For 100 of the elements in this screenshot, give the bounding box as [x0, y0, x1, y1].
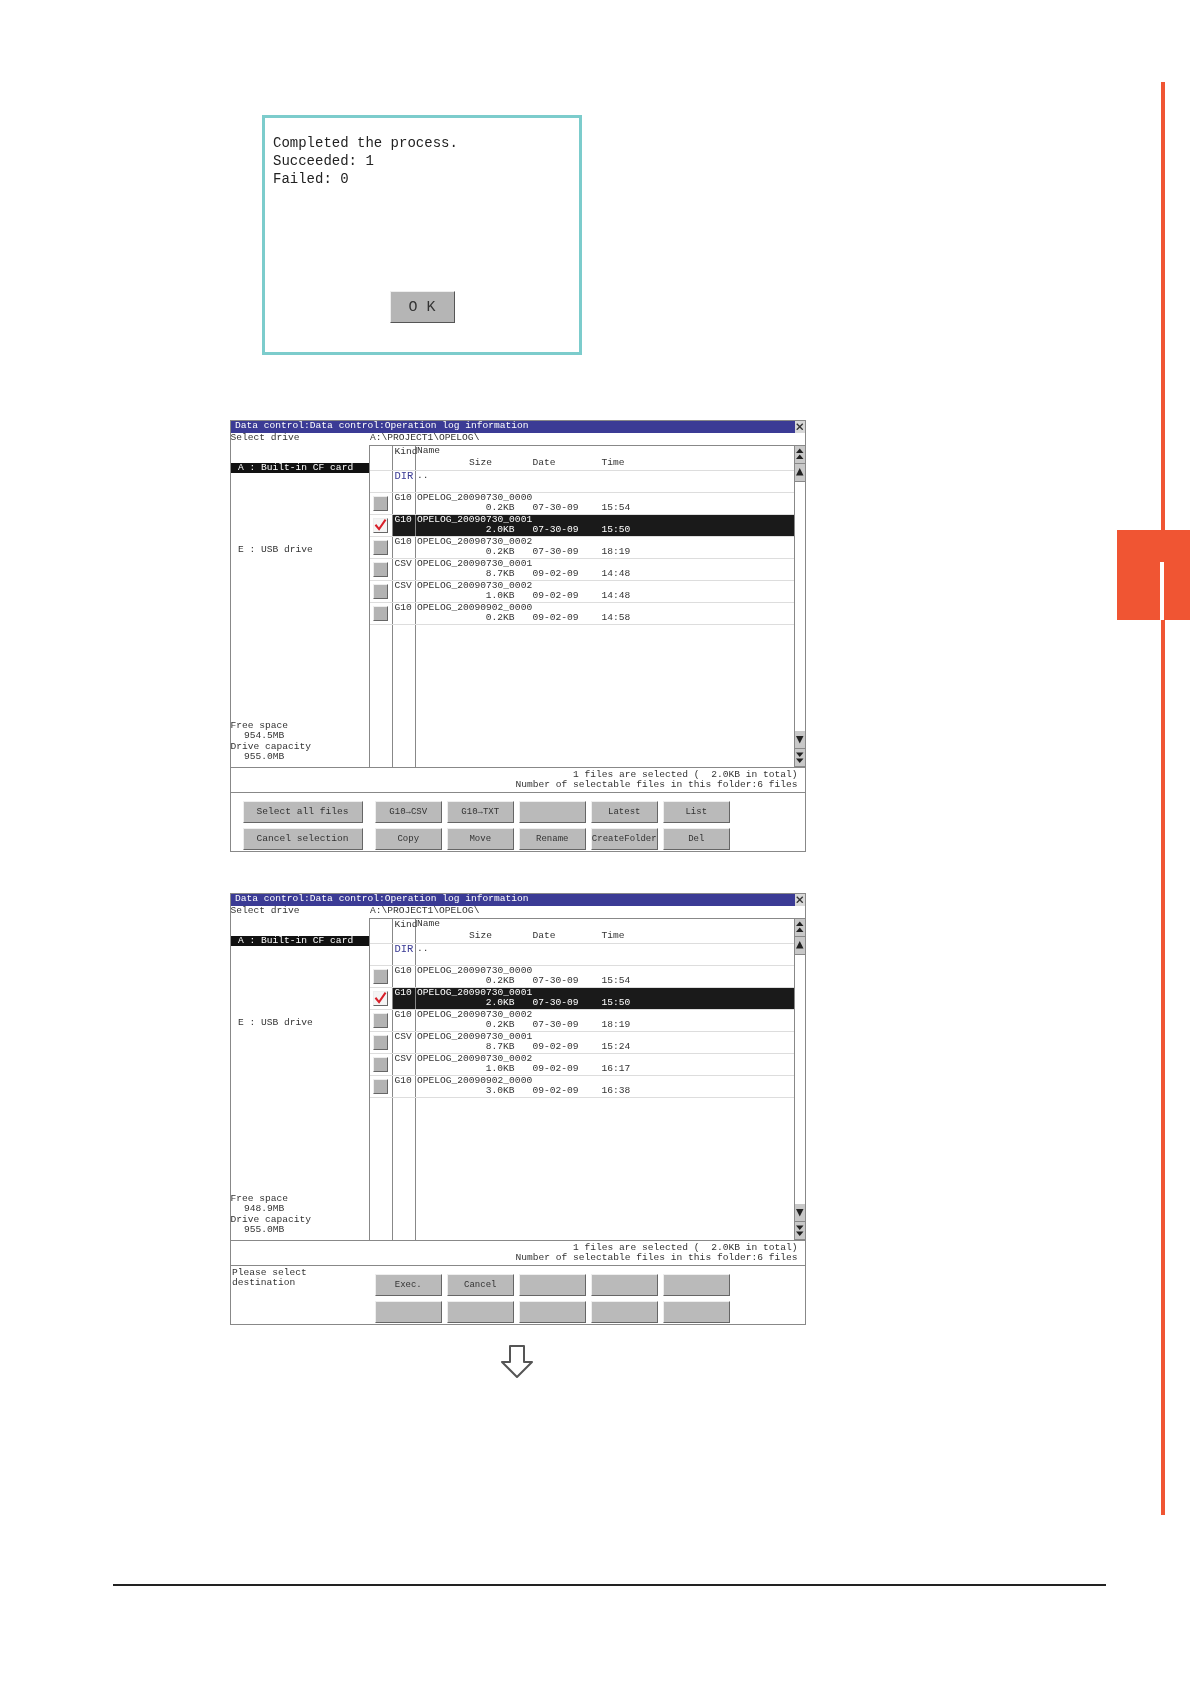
blank-button[interactable] [662, 1300, 730, 1323]
drive-item[interactable]: E : USB drive [230, 545, 369, 556]
column-header: Size [467, 457, 492, 468]
file-kind: CSV [394, 557, 412, 569]
file-time: 14:48 [601, 591, 632, 602]
status-text: Number of selectable files in this folder:6 files [515, 1253, 798, 1264]
file-row[interactable]: G10 OPELOG_20090902_0000 3.0KB 09-02-09 16:38 [369, 1075, 794, 1098]
checkbox[interactable] [373, 605, 389, 621]
checkbox[interactable] [373, 1056, 389, 1072]
checkbox[interactable] [373, 1012, 389, 1028]
checkbox[interactable] [373, 1078, 389, 1094]
column-header: Name [417, 445, 442, 456]
close-icon [796, 422, 804, 431]
file-time: 16:17 [601, 1064, 632, 1075]
blank-button[interactable] [518, 1273, 586, 1296]
file-name: OPELOG_20090730_0001 [417, 1031, 534, 1042]
file-date: 09-02-09 [532, 1064, 580, 1075]
file-row[interactable]: G10 OPELOG_20090730_0000 0.2KB 07-30-09 15:54 [369, 492, 794, 515]
file-size: 1.0KB [484, 591, 515, 602]
status-text: 1 files are selected ( 2.0KB in total) [572, 769, 798, 780]
function-button[interactable]: G10→TXT [446, 800, 514, 823]
checkbox[interactable] [373, 517, 389, 533]
message-text: Completed the process. [273, 134, 459, 152]
close-button[interactable] [794, 893, 805, 906]
checkbox[interactable] [373, 539, 389, 555]
function-button[interactable]: Cancel [446, 1273, 514, 1296]
blank-button[interactable] [590, 1300, 658, 1323]
checkbox[interactable] [373, 583, 389, 599]
scroll-up-button[interactable] [794, 463, 805, 482]
ok-button[interactable]: O K [389, 291, 455, 323]
blank-button[interactable] [374, 1300, 442, 1323]
file-size: 3.0KB [484, 1086, 515, 1097]
scroll-down-button[interactable] [794, 731, 805, 749]
column-header: Time [601, 930, 626, 941]
close-button[interactable] [794, 420, 805, 433]
blank-button[interactable] [662, 1273, 730, 1296]
file-time: 14:48 [601, 569, 632, 580]
parent-folder: .. [417, 942, 429, 954]
file-row[interactable]: G10 OPELOG_20090730_0002 0.2KB 07-30-09 18:19 [369, 1009, 794, 1032]
free-space-value: 948.9MB [243, 1204, 285, 1215]
blank-button[interactable] [518, 800, 586, 823]
column-header: Size [467, 930, 492, 941]
capacity-label: Drive capacity [230, 1214, 313, 1225]
checkbox[interactable] [373, 968, 389, 984]
file-row[interactable]: G10 OPELOG_20090902_0000 0.2KB 09-02-09 14:58 [369, 602, 794, 625]
file-kind: CSV [394, 1030, 412, 1042]
file-kind: CSV [394, 579, 412, 591]
scroll-top-button[interactable] [794, 918, 805, 937]
checkbox[interactable] [373, 990, 389, 1006]
function-button[interactable]: Copy [374, 827, 442, 850]
blank-button[interactable] [590, 1273, 658, 1296]
file-date: 07-30-09 [532, 503, 580, 514]
file-row[interactable]: G10 OPELOG_20090730_0002 0.2KB 07-30-09 18:19 [369, 536, 794, 559]
instruction-text: Please select destination [231, 1267, 308, 1289]
file-size: 0.2KB [484, 976, 515, 987]
file-time: 15:50 [601, 998, 632, 1009]
function-button[interactable]: Latest [590, 800, 658, 823]
drive-label: Select drive [230, 432, 301, 445]
window-title: Data control:Data control:Operation log information [234, 421, 529, 432]
free-space-value: 954.5MB [243, 731, 285, 742]
function-button[interactable]: Exec. [374, 1273, 442, 1296]
file-row[interactable]: CSV OPELOG_20090730_0002 1.0KB 09-02-09 14:48 [369, 580, 794, 603]
function-button[interactable]: CreateFolder [590, 827, 658, 850]
function-button[interactable]: Select all files [242, 800, 363, 823]
drive-item[interactable]: A : Built-in CF card [230, 462, 369, 473]
file-kind: G10 [394, 1008, 412, 1020]
function-button[interactable]: Rename [518, 827, 586, 850]
blank-button[interactable] [518, 1300, 586, 1323]
file-kind: G10 [394, 601, 412, 613]
double-down-arrow-icon [796, 750, 804, 765]
check-icon [374, 518, 388, 532]
file-kind: G10 [394, 986, 412, 998]
checkbox[interactable] [373, 495, 389, 511]
file-row[interactable]: CSV OPELOG_20090730_0002 1.0KB 09-02-09 16:17 [369, 1053, 794, 1076]
function-button[interactable]: G10→CSV [374, 800, 442, 823]
file-size: 0.2KB [484, 613, 515, 624]
function-button[interactable]: Move [446, 827, 514, 850]
function-button[interactable]: Del [662, 827, 730, 850]
file-row[interactable]: G10 OPELOG_20090730_0000 0.2KB 07-30-09 15:54 [369, 965, 794, 988]
file-name: OPELOG_20090730_0002 [417, 1053, 534, 1064]
column-header: Date [532, 457, 557, 468]
scroll-down-button[interactable] [794, 1204, 805, 1222]
free-space-label: Free space [230, 1193, 290, 1204]
file-date: 09-02-09 [532, 613, 580, 624]
double-up-arrow-icon [796, 920, 804, 934]
file-row[interactable]: CSV OPELOG_20090730_0001 8.7KB 09-02-09 14:48 [369, 558, 794, 581]
checkbox[interactable] [373, 1034, 389, 1050]
checkbox[interactable] [373, 561, 389, 577]
scroll-top-button[interactable] [794, 445, 805, 464]
function-button[interactable]: Cancel selection [242, 827, 363, 850]
file-date: 07-30-09 [532, 1020, 580, 1031]
drive-item[interactable]: A : Built-in CF card [230, 935, 369, 946]
file-name: OPELOG_20090730_0000 [417, 965, 534, 976]
function-button[interactable]: List [662, 800, 730, 823]
scroll-up-button[interactable] [794, 936, 805, 955]
drive-item[interactable]: E : USB drive [230, 1018, 369, 1029]
scroll-bottom-button[interactable] [794, 1222, 805, 1240]
file-row[interactable]: CSV OPELOG_20090730_0001 8.7KB 09-02-09 15:24 [369, 1031, 794, 1054]
scroll-bottom-button[interactable] [794, 749, 805, 767]
blank-button[interactable] [446, 1300, 514, 1323]
